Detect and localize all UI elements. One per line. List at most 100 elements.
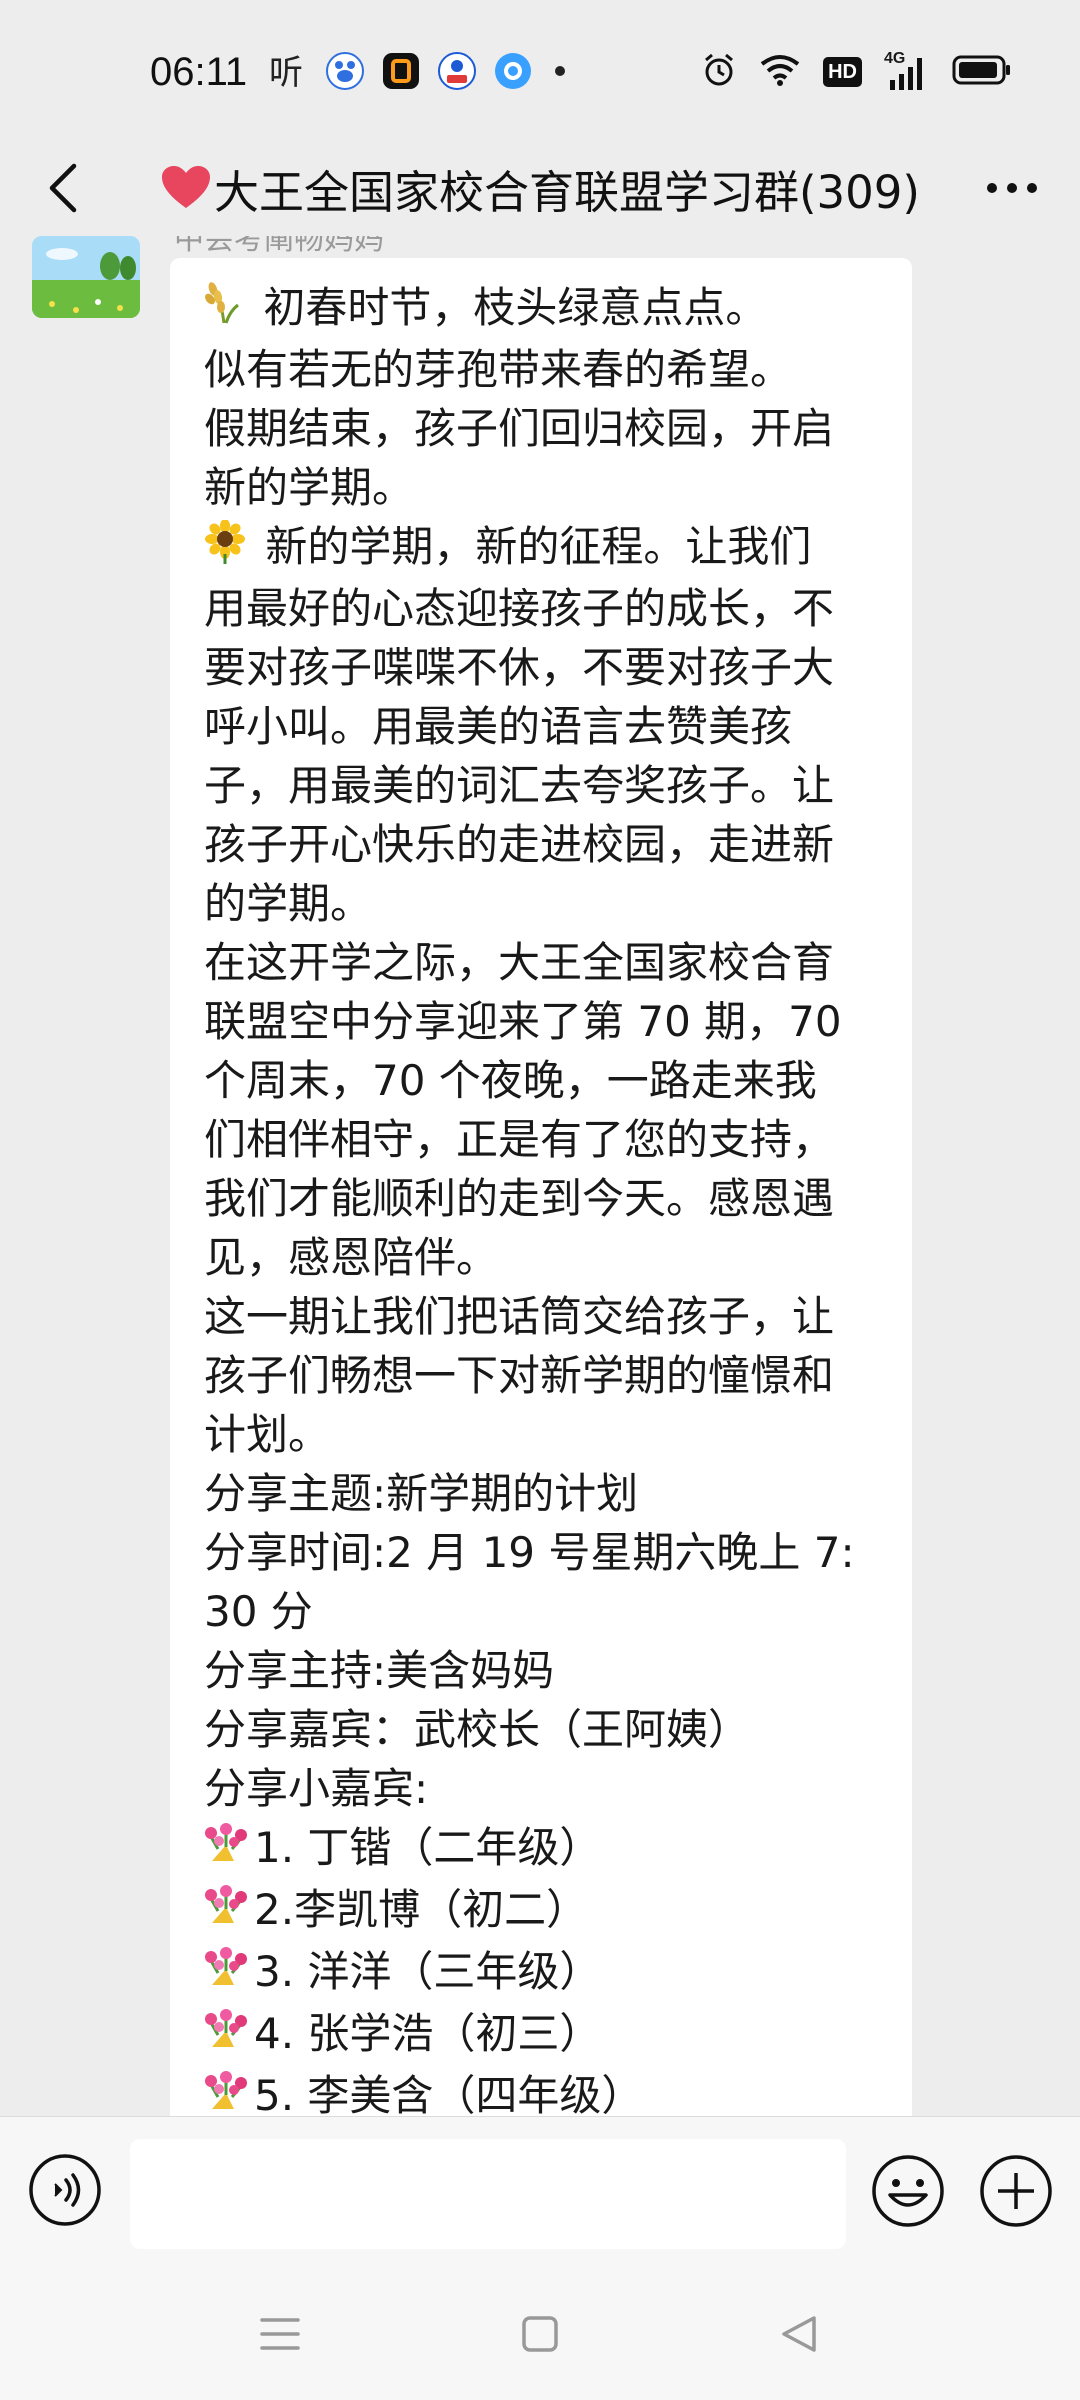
menu-button[interactable] [252, 2306, 308, 2362]
status-left-icons: 听 [268, 52, 570, 94]
cctv-app-icon [438, 52, 476, 94]
message-line-text: 我们才能顺利的走到今天。感恩遇 [204, 1174, 835, 1223]
message-line: 这一期让我们把话筒交给孩子，让 [204, 1287, 882, 1346]
message-line: 孩子们畅想一下对新学期的憧憬和 [204, 1346, 882, 1405]
more-dots-icon [987, 183, 1037, 193]
message-line-text: 呼小叫。用最美的语言去赞美孩 [204, 702, 793, 751]
message-line: 分享主题:新学期的计划 [204, 1464, 882, 1523]
voice-button[interactable] [28, 2153, 102, 2227]
message-line-text: 分享时间:2 月 19 号星期六晚上 7: [204, 1528, 855, 1577]
message-line: 用最好的心态迎接孩子的成长，不 [204, 579, 882, 638]
message-line: 假期结束，孩子们回归校园，开启 [204, 399, 882, 458]
4g-signal-icon: 4G [884, 50, 930, 92]
message-line-text: 假期结束，孩子们回归校园，开启 [204, 404, 835, 453]
message-line-text: 2.李凯博（初二） [254, 1885, 589, 1934]
message-line: 分享嘉宾：武校长（王阿姨） [204, 1700, 882, 1759]
message-line: 2.李凯博（初二） [204, 1880, 882, 1942]
message-line-text: 3. 洋洋（三年级） [254, 1947, 602, 1996]
emoji-button[interactable] [870, 2153, 946, 2229]
status-time: 06:11 [150, 50, 248, 94]
message-line: 联盟空中分享迎来了第 70 期，70 [204, 992, 882, 1051]
message-line: 似有若无的芽孢带来春的希望。 [204, 340, 882, 399]
chevron-left-icon [49, 163, 77, 213]
message-line-text: 1. 丁锴（二年级） [254, 1823, 602, 1872]
message-line: 30 分 [204, 1582, 882, 1641]
message-line-text: 4. 张学浩（初三） [254, 2009, 602, 2058]
message-line-text: 见，感恩陪伴。 [204, 1233, 499, 1282]
status-bar: 06:11 听 HD 4G [0, 0, 1080, 140]
message-line: 分享主持:美含妈妈 [204, 1641, 882, 1700]
message-line: 计划。 [204, 1405, 882, 1464]
message-line: 在这开学之际，大王全国家校合育 [204, 933, 882, 992]
message-line-text: 30 分 [204, 1587, 313, 1636]
message-line-text: 分享嘉宾：武校长（王阿姨） [204, 1705, 751, 1754]
home-icon [522, 2316, 558, 2352]
message-line: 见，感恩陪伴。 [204, 1228, 882, 1287]
message-line: 新的学期。 [204, 458, 882, 517]
system-navigation-bar [0, 2266, 1080, 2400]
message-line: 4. 张学浩（初三） [204, 2004, 882, 2066]
message-bubble[interactable]: 初春时节，枝头绿意点点。似有若无的芽孢带来春的希望。假期结束，孩子们回归校园，开… [170, 258, 912, 2116]
hd-badge: HD [823, 57, 862, 87]
message-line-text: 用最好的心态迎接孩子的成长，不 [204, 584, 835, 633]
avatar[interactable] [32, 236, 140, 318]
message-line-text: 分享主题:新学期的计划 [204, 1469, 639, 1518]
box-app-icon [382, 52, 420, 94]
message-line-text: 子，用最美的词汇去夸奖孩子。让 [204, 761, 835, 810]
back-button[interactable] [26, 150, 102, 226]
message-line-text: 联盟空中分享迎来了第 70 期，70 [204, 997, 842, 1046]
message-line-text: 孩子们畅想一下对新学期的憧憬和 [204, 1351, 835, 1400]
more-functions-button[interactable] [978, 2153, 1054, 2229]
message-text: 初春时节，枝头绿意点点。似有若无的芽孢带来春的希望。假期结束，孩子们回归校园，开… [204, 278, 882, 2116]
message-line-text: 在这开学之际，大王全国家校合育 [204, 938, 835, 987]
message-line-text: 孩子开心快乐的走进校园，走进新 [204, 820, 835, 869]
more-options-button[interactable] [974, 150, 1050, 226]
sender-name: 中会考阐畅妈妈 [174, 236, 384, 257]
message-line-text: 新的学期。 [204, 463, 415, 512]
message-line-text: 计划。 [204, 1410, 331, 1459]
message-line-text: 要对孩子喋喋不休，不要对孩子大 [204, 643, 835, 692]
message-line: 新的学期，新的征程。让我们 [204, 517, 882, 579]
heart-icon [160, 164, 212, 212]
alarm-icon [701, 52, 737, 92]
landscape-avatar-icon [32, 236, 140, 318]
back-triangle-icon [782, 2316, 816, 2352]
bouquet-icon [204, 2069, 248, 2116]
message-line: 孩子开心快乐的走进校园，走进新 [204, 815, 882, 874]
system-back-button[interactable] [772, 2306, 828, 2362]
message-line: 们相伴相守，正是有了您的支持， [204, 1110, 882, 1169]
menu-icon [260, 2318, 300, 2350]
message-line: 我们才能顺利的走到今天。感恩遇 [204, 1169, 882, 1228]
message-line: 1. 丁锴（二年级） [204, 1818, 882, 1880]
message-line: 的学期。 [204, 874, 882, 933]
message-line: 呼小叫。用最美的语言去赞美孩 [204, 697, 882, 756]
message-line-text: 新的学期，新的征程。让我们 [252, 522, 812, 571]
plus-icon [980, 2155, 1052, 2227]
message-line: 要对孩子喋喋不休，不要对孩子大 [204, 638, 882, 697]
message-line-text: 分享小嘉宾: [204, 1764, 429, 1813]
status-right-icons: HD 4G [701, 50, 1012, 94]
message-line-text: 个周末，70 个夜晚，一路走来我 [204, 1056, 817, 1105]
chat-title: 大王全国家校合育联盟学习群(309) [150, 140, 930, 236]
home-button[interactable] [512, 2306, 568, 2362]
chat-title-text: 大王全国家校合育联盟学习群(309) [213, 165, 920, 219]
voice-icon [29, 2154, 101, 2226]
message-line-text: 分享主持:美含妈妈 [204, 1646, 555, 1695]
message-input[interactable] [130, 2139, 846, 2249]
message-line: 分享小嘉宾: [204, 1759, 882, 1818]
message-line: 子，用最美的词汇去夸奖孩子。让 [204, 756, 882, 815]
bouquet-icon [204, 1883, 248, 1942]
rice-icon [204, 281, 244, 340]
chat-area[interactable]: 中会考阐畅妈妈 初春时节，枝头绿意点点。似有若无的芽孢带来春的希望。假期结束，孩… [0, 236, 1080, 2116]
message-line-text: 5. 李美含（四年级） [254, 2071, 644, 2116]
bouquet-icon [204, 1821, 248, 1880]
ting-app-icon: 听 [268, 51, 308, 95]
qq-browser-icon [494, 52, 532, 94]
chat-header: 大王全国家校合育联盟学习群(309) [0, 140, 1080, 236]
bouquet-icon [204, 1945, 248, 2004]
sunflower-icon [204, 519, 246, 579]
input-bar [0, 2116, 1080, 2267]
battery-icon [952, 54, 1012, 90]
message-line: 初春时节，枝头绿意点点。 [204, 278, 882, 340]
message-line-text: 初春时节，枝头绿意点点。 [250, 283, 768, 332]
